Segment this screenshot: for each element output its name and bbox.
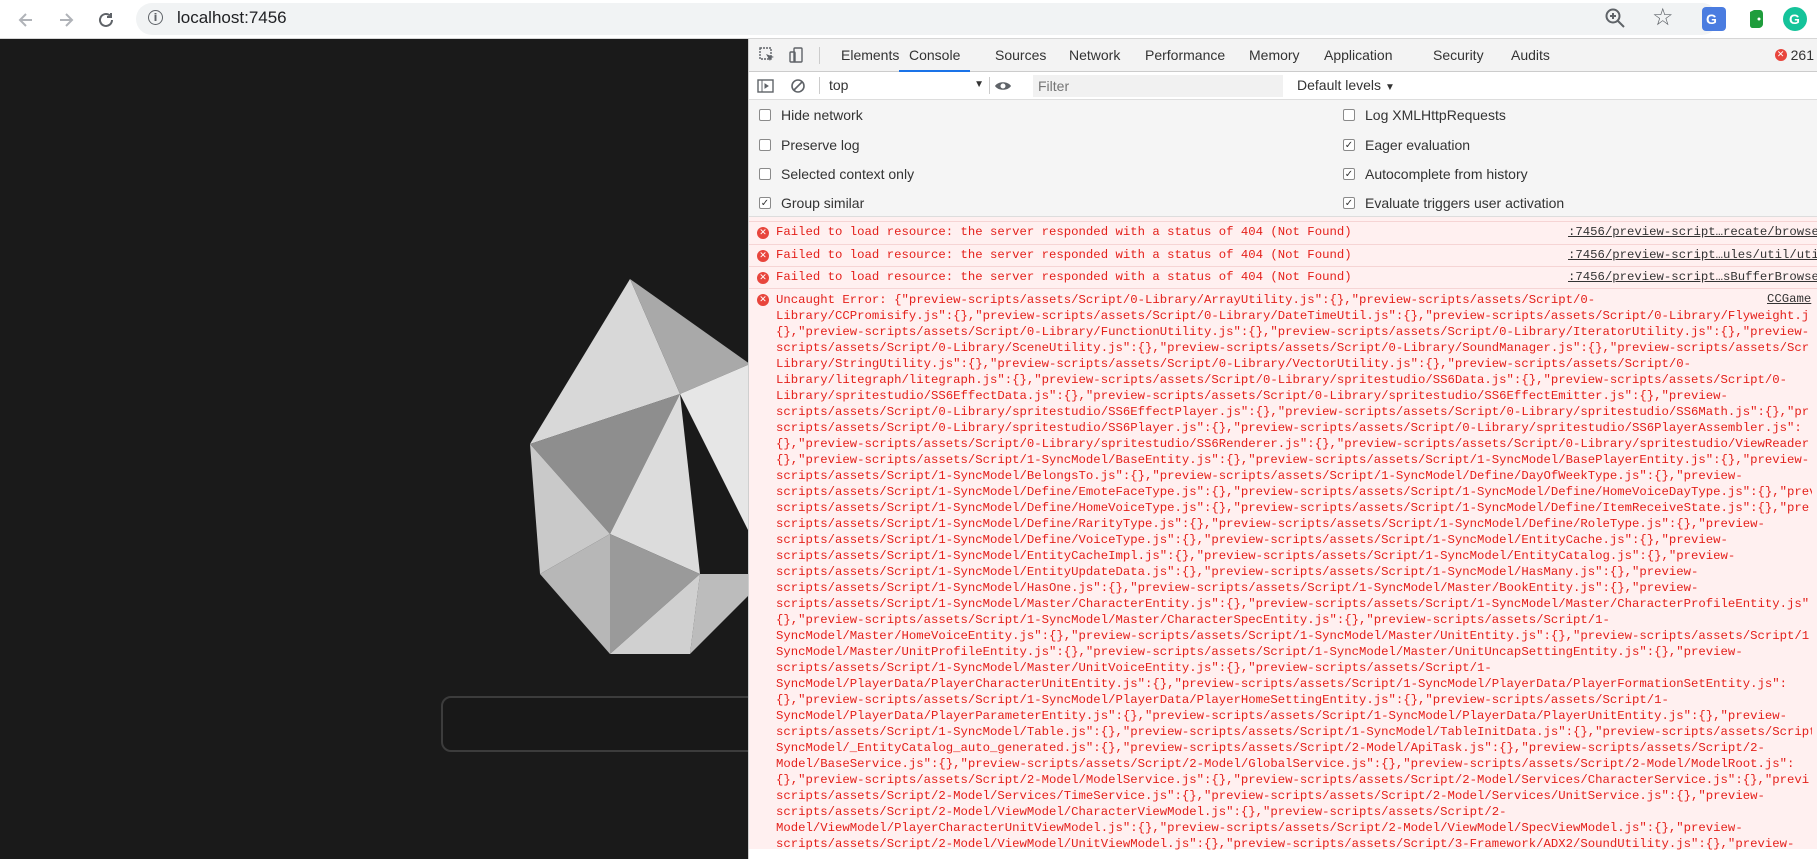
tab-network[interactable]: Network (1069, 39, 1120, 72)
game-logo (530, 279, 748, 654)
setting-group-similar[interactable]: ✓ Group similar (759, 195, 864, 211)
inspect-element-icon[interactable] (759, 47, 776, 64)
svg-text:G: G (1706, 11, 1717, 27)
devtools-panel: Elements Console Sources Network Perform… (748, 39, 1817, 859)
toolbar-divider (819, 77, 820, 94)
setting-label: Group similar (781, 195, 865, 211)
console-settings-pane: Hide network Preserve log Selected conte… (749, 100, 1817, 217)
message-source-link[interactable]: :7456/preview-script…ules/util/uti (1568, 248, 1817, 262)
console-messages: ✕ Failed to load resource: the server re… (749, 217, 1817, 859)
message-source-link[interactable]: :7456/preview-script…sBufferBrowse (1568, 270, 1817, 284)
console-message: ✕ Failed to load resource: the server re… (749, 245, 1817, 267)
toolbar-divider (989, 77, 990, 94)
setting-label: Autocomplete from history (1365, 166, 1528, 182)
tab-memory[interactable]: Memory (1249, 39, 1300, 72)
reload-icon (99, 12, 113, 27)
live-expression-eye-icon[interactable] (994, 79, 1012, 93)
info-icon[interactable]: i (148, 10, 163, 25)
page-content (0, 39, 748, 859)
url-text[interactable]: localhost:7456 (177, 8, 287, 28)
checkbox-checked[interactable]: ✓ (1343, 197, 1355, 209)
setting-label: Eager evaluation (1365, 137, 1471, 153)
grammarly-extension-icon[interactable]: G (1783, 7, 1807, 31)
checkbox-checked[interactable]: ✓ (1343, 168, 1355, 180)
error-count-badge[interactable]: ✕ 261 (1774, 47, 1814, 63)
setting-eager-evaluation[interactable]: ✓ Eager evaluation (1343, 137, 1470, 153)
tab-elements[interactable]: Elements (841, 39, 899, 72)
checkbox-checked[interactable]: ✓ (759, 197, 771, 209)
log-levels-label: Default levels (1297, 77, 1382, 93)
device-toolbar-icon[interactable] (789, 47, 806, 64)
address-bar[interactable]: i localhost:7456 ☆ (136, 3, 1718, 35)
browser-toolbar: i localhost:7456 ☆ G G (0, 0, 1817, 39)
console-message: ✕ Failed to load resource: the server re… (749, 267, 1817, 289)
setting-autocomplete-history[interactable]: ✓ Autocomplete from history (1343, 166, 1528, 182)
checkbox[interactable] (759, 109, 771, 121)
tab-console[interactable]: Console (899, 39, 971, 72)
context-value: top (829, 77, 849, 93)
setting-hide-network[interactable]: Hide network (759, 107, 863, 123)
message-source-link[interactable]: :7456/preview-script…recate/browse (1568, 225, 1817, 239)
forward-button[interactable] (52, 6, 80, 34)
checkbox[interactable] (1343, 109, 1355, 121)
loading-bar (441, 696, 748, 752)
star-icon[interactable]: ☆ (1652, 3, 1674, 32)
setting-label: Hide network (781, 107, 863, 123)
zoom-icon[interactable] (1602, 5, 1628, 31)
error-icon: ✕ (1774, 49, 1787, 61)
message-text: Failed to load resource: the server resp… (776, 270, 1352, 284)
setting-evaluate-triggers-activation[interactable]: ✓ Evaluate triggers user activation (1343, 195, 1564, 211)
tab-application[interactable]: Application (1324, 39, 1393, 72)
setting-preserve-log[interactable]: Preserve log (759, 137, 860, 153)
back-button[interactable] (12, 6, 40, 34)
toolbar-divider (819, 47, 820, 64)
error-icon: ✕ (757, 272, 769, 284)
tab-performance[interactable]: Performance (1145, 39, 1225, 72)
translate-extension-icon[interactable]: G (1702, 7, 1726, 31)
error-text: Uncaught Error: {"preview-scripts/assets… (776, 293, 1812, 851)
error-icon: ✕ (757, 294, 769, 306)
setting-label: Preserve log (781, 137, 860, 153)
uncaught-error-message: ✕ CCGame Uncaught Error: {"preview-scrip… (749, 289, 1817, 851)
filter-input[interactable] (1033, 75, 1283, 97)
error-count: 261 (1790, 47, 1814, 63)
back-icon (18, 13, 32, 27)
tab-audits[interactable]: Audits (1511, 39, 1550, 72)
setting-log-xmlhttprequests[interactable]: Log XMLHttpRequests (1343, 107, 1506, 123)
setting-label: Evaluate triggers user activation (1365, 195, 1565, 211)
forward-icon (60, 13, 74, 27)
message-text: Failed to load resource: the server resp… (776, 225, 1352, 239)
tab-sources[interactable]: Sources (995, 39, 1046, 72)
checkbox-checked[interactable]: ✓ (1343, 139, 1355, 151)
setting-label: Selected context only (781, 166, 915, 182)
reload-button[interactable] (92, 6, 120, 34)
caret-down-icon: ▼ (1384, 82, 1395, 93)
checkbox[interactable] (759, 139, 771, 151)
error-icon: ✕ (757, 227, 769, 239)
clear-console-icon[interactable] (790, 78, 806, 94)
svg-text:G: G (1789, 11, 1800, 27)
setting-label: Log XMLHttpRequests (1365, 107, 1506, 123)
console-message: ✕ Failed to load resource: the server re… (749, 222, 1817, 245)
setting-selected-context-only[interactable]: Selected context only (759, 166, 914, 182)
evernote-extension-icon[interactable] (1744, 7, 1768, 31)
message-text: Failed to load resource: the server resp… (776, 248, 1352, 262)
caret-down-icon: ▼ (974, 79, 984, 90)
context-selector[interactable]: top ▼ (829, 77, 984, 95)
tab-security[interactable]: Security (1433, 39, 1484, 72)
console-toolbar: top ▼ Default levels ▼ (749, 72, 1817, 100)
show-sidebar-icon[interactable] (757, 78, 775, 94)
devtools-tab-bar: Elements Console Sources Network Perform… (749, 39, 1817, 72)
error-icon: ✕ (757, 250, 769, 262)
log-levels-dropdown[interactable]: Default levels ▼ (1297, 77, 1395, 93)
checkbox[interactable] (759, 168, 771, 180)
